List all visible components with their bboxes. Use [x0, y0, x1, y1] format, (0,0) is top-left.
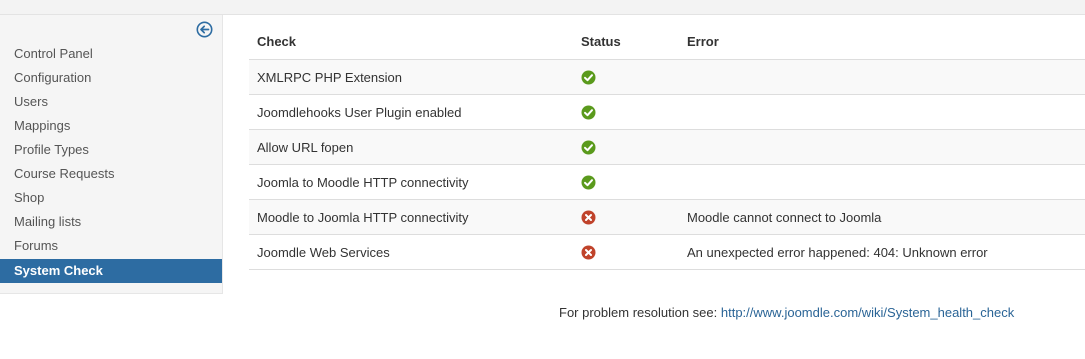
error-message-cell [679, 164, 1085, 200]
footer-text: For problem resolution see: [559, 305, 718, 320]
error-message-cell [679, 129, 1085, 165]
error-message-cell [679, 59, 1085, 95]
check-circle-icon [581, 175, 596, 190]
error-circle-icon [581, 210, 596, 225]
table-row: Joomla to Moodle HTTP connectivity [249, 164, 1085, 200]
sidebar-item-shop[interactable]: Shop [0, 186, 222, 210]
error-message-cell [679, 94, 1085, 130]
status-cell [573, 129, 679, 165]
problem-resolution-note: For problem resolution see: http://www.j… [559, 305, 1014, 320]
health-check-link[interactable]: http://www.joomdle.com/wiki/System_healt… [721, 305, 1014, 320]
arrow-circle-left-icon[interactable] [196, 21, 213, 38]
table-row: Moodle to Joomla HTTP connectivity Moodle… [249, 199, 1085, 235]
sidebar-item-profile-types[interactable]: Profile Types [0, 138, 222, 162]
error-circle-icon [581, 245, 596, 260]
check-name-cell: Allow URL fopen [249, 129, 573, 165]
status-cell [573, 164, 679, 200]
error-message-cell: Moodle cannot connect to Joomla [679, 199, 1085, 235]
table-row: Allow URL fopen [249, 129, 1085, 165]
status-cell [573, 59, 679, 95]
system-check-table: Check Status Error XMLRPC PHP Extension J… [249, 24, 1085, 270]
status-cell [573, 199, 679, 235]
table-row: Joomdlehooks User Plugin enabled [249, 94, 1085, 130]
table-header-row: Check Status Error [249, 24, 1085, 60]
sidebar-item-system-check[interactable]: System Check [0, 259, 222, 283]
check-circle-icon [581, 105, 596, 120]
sidebar-item-mailing-lists[interactable]: Mailing lists [0, 210, 222, 234]
table-row: XMLRPC PHP Extension [249, 59, 1085, 95]
sidebar-item-configuration[interactable]: Configuration [0, 66, 222, 90]
column-header-check: Check [249, 24, 573, 60]
main-content: Check Status Error XMLRPC PHP Extension J… [249, 24, 1085, 270]
status-cell [573, 234, 679, 270]
check-name-cell: Joomdlehooks User Plugin enabled [249, 94, 573, 130]
sidebar-item-forums[interactable]: Forums [0, 234, 222, 258]
column-header-error: Error [679, 24, 1085, 60]
check-circle-icon [581, 140, 596, 155]
top-bar [0, 0, 1085, 15]
sidebar-item-control-panel[interactable]: Control Panel [0, 42, 222, 66]
check-name-cell: Joomla to Moodle HTTP connectivity [249, 164, 573, 200]
check-name-cell: XMLRPC PHP Extension [249, 59, 573, 95]
error-message-cell: An unexpected error happened: 404: Unkno… [679, 234, 1085, 270]
sidebar-item-course-requests[interactable]: Course Requests [0, 162, 222, 186]
table-row: Joomdle Web Services An unexpected error … [249, 234, 1085, 270]
check-circle-icon [581, 70, 596, 85]
sidebar-item-users[interactable]: Users [0, 90, 222, 114]
column-header-status: Status [573, 24, 679, 60]
check-name-cell: Moodle to Joomla HTTP connectivity [249, 199, 573, 235]
check-name-cell: Joomdle Web Services [249, 234, 573, 270]
status-cell [573, 94, 679, 130]
sidebar-item-mappings[interactable]: Mappings [0, 114, 222, 138]
sidebar: Control Panel Configuration Users Mappin… [0, 15, 223, 294]
sidebar-menu: Control Panel Configuration Users Mappin… [0, 42, 222, 283]
